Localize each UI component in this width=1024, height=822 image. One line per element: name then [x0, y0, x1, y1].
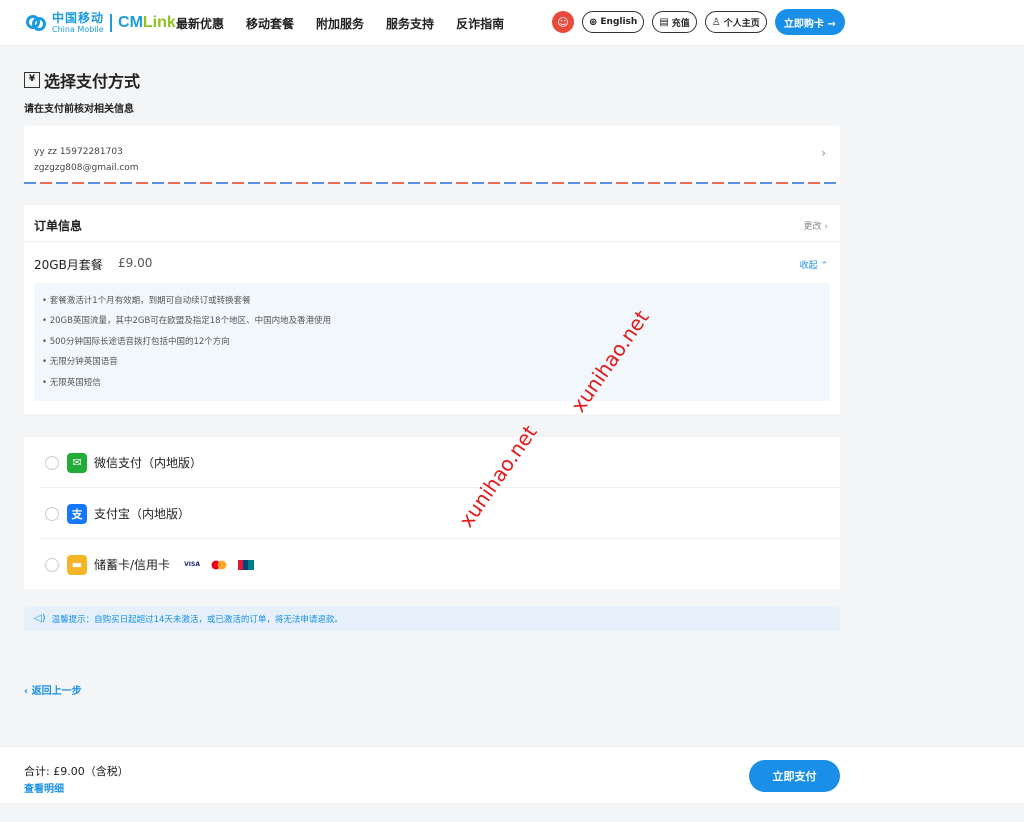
total-amount: 合计: £9.00（含税）	[24, 765, 129, 778]
envelope-stripe	[24, 182, 840, 184]
language-label: English	[600, 17, 638, 27]
nav-support[interactable]: 服务支持	[386, 15, 434, 32]
collapse-toggle[interactable]: 收起 ⌃	[800, 258, 828, 271]
plan-features: • 套餐激活计1个月有效期，到期可自动续订或转换套餐 • 20GB英国流量，其中…	[34, 283, 830, 401]
buy-card-button[interactable]: 立即购卡 →	[774, 9, 845, 35]
card-label: 储蓄卡/信用卡	[94, 558, 171, 572]
contact-name-phone: yy zz 15972281703	[34, 147, 123, 157]
feature-item: • 套餐激活计1个月有效期，到期可自动续订或转换套餐	[42, 296, 251, 306]
china-mobile-logo-icon	[24, 11, 48, 35]
contact-info-card[interactable]: yy zz 15972281703 zgzgzg808@gmail.com ›	[24, 126, 840, 184]
plan-price: £9.00	[118, 256, 153, 270]
alipay-label: 支付宝（内地版）	[94, 507, 191, 521]
back-link[interactable]: ‹ 返回上一步	[24, 682, 82, 697]
unionpay-icon	[236, 558, 256, 571]
order-info-card: 订单信息 更改 › 20GB月套餐 £9.00 收起 ⌃ • 套餐激活计1个月有…	[24, 205, 840, 414]
view-details-link[interactable]: 查看明细	[24, 780, 64, 795]
payment-methods-card: ✉ 微信支付（内地版） 支 支付宝（内地版） ▬ 储蓄卡/信用卡 VISA	[24, 437, 840, 589]
pay-now-button[interactable]: 立即支付	[749, 760, 840, 792]
plan-name: 20GB月套餐	[34, 258, 103, 272]
recharge-icon: ▤	[659, 16, 669, 28]
nav-anti-fraud[interactable]: 反诈指南	[456, 15, 504, 32]
top-header: 中国移动 China Mobile CMLink 最新优惠 移动套餐 附加服务 …	[0, 0, 1024, 46]
contact-email: zgzgzg808@gmail.com	[34, 163, 139, 173]
alipay-icon: 支	[67, 503, 87, 524]
profile-label: 个人主页	[723, 18, 760, 29]
nav-mobile-plans[interactable]: 移动套餐	[246, 15, 294, 32]
card-brands: VISA	[182, 558, 263, 571]
user-icon: ♙	[711, 16, 721, 28]
mastercard-icon	[209, 558, 229, 571]
wechat-radio[interactable]	[45, 455, 59, 470]
chevron-right-icon: ›	[821, 146, 826, 160]
feature-item: • 无限分钟英国语音	[42, 357, 118, 368]
language-button[interactable]: ⊕ English	[582, 11, 645, 33]
logo-en-text: China Mobile	[52, 25, 104, 34]
change-order-link[interactable]: 更改 ›	[804, 219, 828, 232]
order-heading: 订单信息	[34, 219, 83, 233]
speaker-icon: ◁)	[34, 613, 46, 624]
cmlink-logo: CMLink	[118, 14, 176, 31]
main-nav: 最新优惠 移动套餐 附加服务 服务支持 反诈指南	[176, 0, 526, 46]
feature-item: • 无限英国短信	[42, 377, 101, 388]
alipay-radio[interactable]	[45, 506, 59, 521]
feature-item: • 20GB英国流量，其中2GB可在欧盟及指定18个地区、中国内地及香港使用	[42, 316, 332, 327]
page-subtitle: 请在支付前核对相关信息	[24, 104, 134, 115]
globe-icon: ⊕	[589, 16, 598, 28]
recharge-label: 充值	[671, 18, 690, 29]
header-actions: ☺ ⊕ English ▤ 充值 ♙ 个人主页 立即购卡 →	[552, 9, 845, 35]
wechat-label: 微信支付（内地版）	[94, 456, 203, 470]
page-title: ¥ 选择支付方式	[24, 68, 140, 92]
card-radio[interactable]	[45, 557, 59, 572]
refund-notice: ◁) 温馨提示：自购买日起超过14天未激活，或已激活的订单，将无法申请退款。	[24, 606, 840, 631]
divider	[24, 241, 840, 242]
china-mobile-logo[interactable]: 中国移动 China Mobile CMLink	[24, 9, 176, 37]
profile-button[interactable]: ♙ 个人主页	[704, 11, 767, 33]
checkout-footer: 合计: £9.00（含税） 查看明细 立即支付	[0, 746, 1024, 803]
payment-option-alipay[interactable]: 支 支付宝（内地版）	[24, 488, 840, 539]
logo-cn-text: 中国移动	[52, 11, 105, 25]
visa-icon: VISA	[184, 561, 200, 568]
nav-addon-services[interactable]: 附加服务	[316, 15, 364, 32]
recharge-button[interactable]: ▤ 充值	[652, 11, 697, 33]
logo-divider	[110, 14, 113, 32]
refund-notice-text: 温馨提示：自购买日起超过14天未激活，或已激活的订单，将无法申请退款。	[51, 614, 343, 625]
feature-item: • 500分钟国际长途语音拨打包括中国的12个方向	[42, 336, 230, 347]
payment-method-icon: ¥	[24, 72, 40, 88]
payment-option-card[interactable]: ▬ 储蓄卡/信用卡 VISA	[24, 539, 840, 590]
payment-option-wechat[interactable]: ✉ 微信支付（内地版）	[24, 437, 840, 488]
customer-service-icon[interactable]: ☺	[552, 11, 574, 33]
bank-card-icon: ▬	[67, 554, 87, 575]
wechat-pay-icon: ✉	[67, 452, 87, 473]
nav-latest-offers[interactable]: 最新优惠	[176, 15, 224, 32]
